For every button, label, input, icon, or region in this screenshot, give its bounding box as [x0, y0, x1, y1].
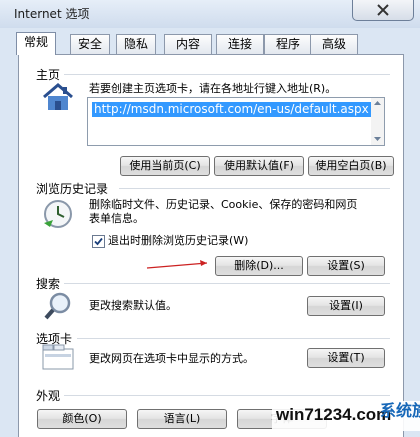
annotation-arrow-icon	[146, 260, 208, 269]
tab-programs[interactable]: 程序	[264, 34, 312, 54]
home-description: 若要创建主页选项卡，请在各地址行键入地址(R)。	[89, 82, 337, 95]
delete-history-button[interactable]: 删除(D)...	[215, 256, 303, 276]
search-description: 更改搜索默认值。	[89, 299, 177, 312]
tabs-divider	[77, 338, 390, 339]
scroll-arrows-icon	[374, 101, 381, 141]
tab-connections[interactable]: 连接	[216, 34, 264, 54]
site-watermark: win71234.com 系统族	[272, 395, 420, 436]
tabs-window-icon	[42, 344, 74, 370]
close-icon	[377, 4, 389, 16]
search-section-title: 搜索	[36, 277, 61, 291]
window-title: Internet 选项	[14, 7, 90, 21]
title-bar: Internet 选项	[0, 0, 420, 28]
colors-button[interactable]: 颜色(O)	[37, 409, 127, 429]
home-page-url: http://msdn.microsoft.com/en-us/default.…	[92, 102, 371, 117]
history-section-title: 浏览历史记录	[36, 182, 109, 196]
watermark-text: win71234.com	[276, 405, 392, 424]
delete-on-exit-checkbox[interactable]	[92, 235, 105, 248]
close-button[interactable]	[352, 0, 414, 21]
home-divider	[64, 74, 390, 75]
search-settings-button[interactable]: 设置(I)	[307, 296, 385, 316]
general-panel: 主页 若要创建主页选项卡，请在各地址行键入地址(R)。 http://msdn.…	[18, 54, 404, 437]
magnifier-icon	[44, 292, 71, 320]
checkmark-icon	[94, 237, 103, 246]
history-settings-button[interactable]: 设置(S)	[307, 256, 385, 276]
home-section-title: 主页	[36, 68, 61, 82]
history-description-line2: 表单信息。	[89, 212, 144, 225]
appearance-section-title: 外观	[36, 389, 61, 403]
history-clock-icon	[44, 200, 72, 228]
use-default-button[interactable]: 使用默认值(F)	[214, 156, 304, 176]
tabs-settings-button[interactable]: 设置(T)	[307, 348, 385, 368]
address-scrollbar[interactable]	[371, 98, 384, 145]
use-blank-button[interactable]: 使用空白页(B)	[308, 156, 394, 176]
tab-advanced[interactable]: 高级	[310, 34, 358, 54]
use-current-button[interactable]: 使用当前页(C)	[120, 156, 210, 176]
tab-privacy[interactable]: 隐私	[116, 34, 156, 54]
languages-button[interactable]: 语言(L)	[137, 409, 227, 429]
watermark-brand: 系统族	[380, 401, 420, 420]
home-icon	[43, 83, 73, 110]
tab-security[interactable]: 安全	[70, 34, 110, 54]
tab-general[interactable]: 常规	[16, 32, 56, 55]
tab-content[interactable]: 内容	[164, 34, 212, 54]
history-divider	[119, 188, 390, 189]
home-page-address-field[interactable]: http://msdn.microsoft.com/en-us/default.…	[87, 97, 385, 146]
search-divider	[64, 283, 390, 284]
delete-on-exit-label[interactable]: 退出时删除浏览历史记录(W)	[108, 234, 248, 248]
history-description-line1: 删除临时文件、历史记录、Cookie、保存的密码和网页	[89, 198, 358, 211]
tabs-description: 更改网页在选项卡中显示的方式。	[89, 352, 254, 365]
